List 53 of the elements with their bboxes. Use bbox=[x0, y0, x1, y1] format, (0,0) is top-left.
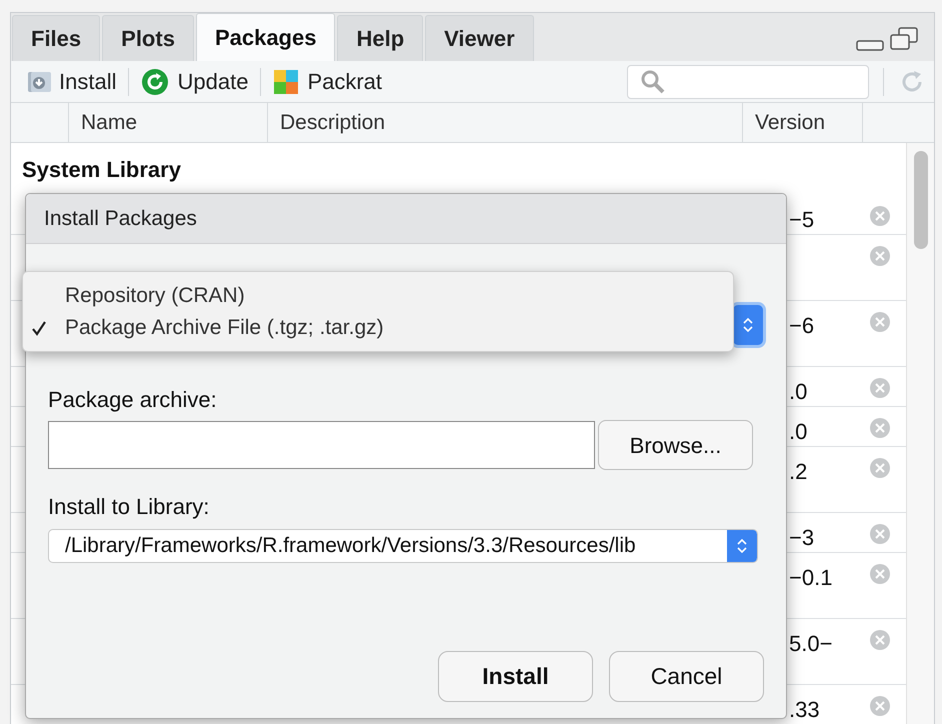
stepper-icon bbox=[737, 538, 747, 554]
remove-icon[interactable] bbox=[869, 457, 891, 479]
version-text: −6 bbox=[789, 313, 814, 338]
remove-icon[interactable] bbox=[869, 629, 891, 651]
search-field[interactable] bbox=[627, 64, 869, 98]
version-text: −3 bbox=[789, 525, 814, 550]
dialog-button[interactable]: Install bbox=[438, 651, 593, 702]
remove-icon[interactable] bbox=[869, 417, 891, 439]
browse-button[interactable]: Browse... bbox=[598, 420, 753, 470]
version-text: .0 bbox=[789, 379, 808, 404]
toolbar-button[interactable]: Packrat bbox=[271, 65, 384, 98]
remove-icon[interactable] bbox=[869, 245, 891, 267]
section-heading: System Library bbox=[22, 156, 181, 184]
version-text: .2 bbox=[789, 459, 808, 484]
tab[interactable]: Packages bbox=[196, 13, 336, 61]
column-header[interactable]: Name bbox=[81, 106, 138, 138]
maximize-icon[interactable] bbox=[890, 27, 918, 51]
minimize-icon[interactable] bbox=[856, 39, 884, 51]
version-text: −5 bbox=[789, 207, 814, 232]
remove-icon[interactable] bbox=[869, 695, 891, 717]
search-icon bbox=[640, 68, 666, 94]
remove-icon[interactable] bbox=[869, 311, 891, 333]
dialog-title: Install Packages bbox=[44, 206, 197, 232]
version-text: .0 bbox=[789, 419, 808, 444]
scrollbar-thumb[interactable] bbox=[914, 151, 928, 249]
select-stepper[interactable] bbox=[733, 305, 763, 345]
dropdown-option[interactable]: Package Archive File (.tgz; .tar.gz) bbox=[23, 312, 733, 344]
field-label: Package archive: bbox=[48, 386, 218, 414]
column-header[interactable]: Version bbox=[755, 106, 826, 138]
field-label: Install to Library: bbox=[48, 493, 210, 521]
archive-input-field[interactable] bbox=[48, 421, 595, 469]
remove-icon[interactable] bbox=[869, 377, 891, 399]
remove-icon[interactable] bbox=[869, 523, 891, 545]
download-box-icon bbox=[27, 70, 51, 94]
dropdown-option[interactable]: Repository (CRAN) bbox=[23, 280, 733, 312]
version-text: 5.0− bbox=[789, 631, 832, 656]
remove-icon[interactable] bbox=[869, 563, 891, 585]
refresh-circle-icon bbox=[141, 68, 170, 96]
column-header[interactable]: Description bbox=[280, 106, 386, 138]
tab[interactable]: Plots bbox=[102, 15, 194, 61]
dialog-button[interactable]: Cancel bbox=[609, 651, 764, 702]
version-text: −0.1 bbox=[789, 565, 832, 590]
version-text: .33 bbox=[789, 697, 820, 722]
remove-icon[interactable] bbox=[869, 205, 891, 227]
tab[interactable]: Help bbox=[337, 15, 424, 61]
tab[interactable]: Viewer bbox=[425, 15, 534, 61]
toolbar-button[interactable]: Update bbox=[139, 65, 250, 98]
toolbar-button[interactable]: Install bbox=[25, 65, 118, 98]
stepper-icon bbox=[743, 317, 753, 333]
library-select[interactable]: /Library/Frameworks/R.framework/Versions/3.3/Resources/lib bbox=[48, 529, 758, 563]
checkmark-icon bbox=[31, 320, 47, 336]
tab[interactable]: Files bbox=[12, 15, 100, 61]
colored-cube-icon bbox=[273, 68, 300, 94]
